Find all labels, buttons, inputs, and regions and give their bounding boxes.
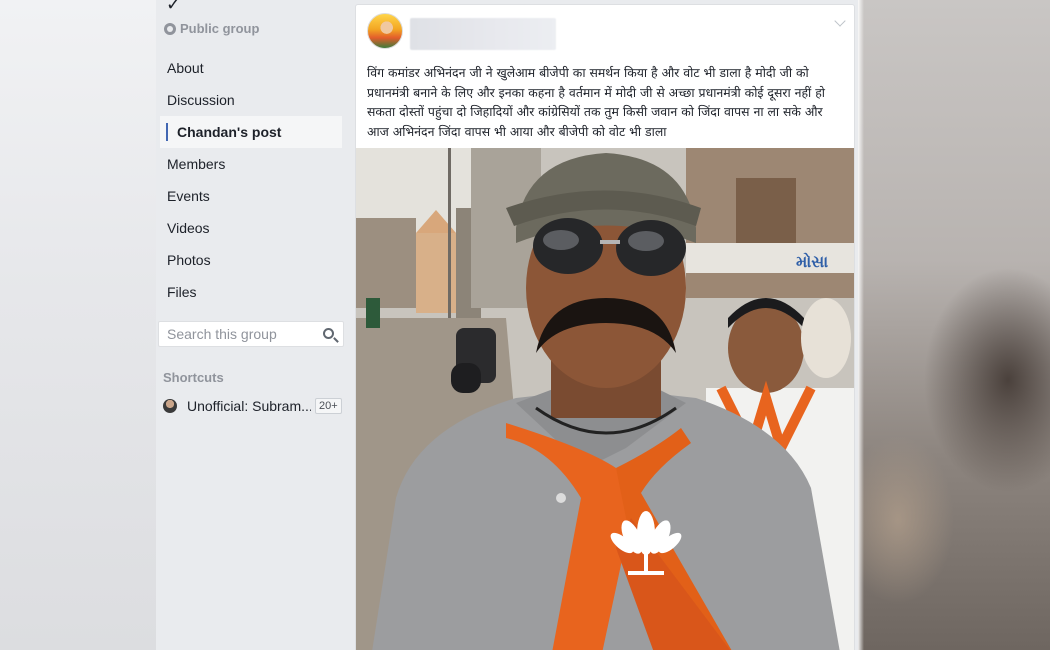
shortcuts-title: Shortcuts [163,370,224,385]
post-photo[interactable]: મોસા [356,148,854,650]
group-privacy-label: Public group [180,21,260,36]
sidebar-item-files[interactable]: Files [156,276,348,308]
globe-icon [164,22,176,35]
group-privacy: Public group [164,21,259,36]
author-name-redacted [410,18,556,50]
background-right [858,0,1050,650]
check-icon: ✓ [166,0,182,15]
sidebar-item-members[interactable]: Members [156,148,348,180]
post-photo-illustration: મોસા [356,148,854,650]
sidebar-item-videos[interactable]: Videos [156,212,348,244]
post-header [356,5,854,59]
chevron-down-icon[interactable] [834,15,846,27]
shortcut-item[interactable]: Unofficial: Subram... 20+ [163,396,343,416]
shop-sign-text: મોસા [796,251,828,271]
shortcut-avatar [163,399,177,413]
sidebar-item-chandans-post[interactable]: Chandan's post [160,116,342,148]
search-icon[interactable] [323,328,334,339]
sidebar-item-photos[interactable]: Photos [156,244,348,276]
background-right-edge [858,0,864,650]
shortcut-label: Unofficial: Subram... [187,398,311,414]
group-nav: About Discussion Chandan's post Members … [156,52,348,308]
group-search [158,321,344,347]
shortcut-count-badge: 20+ [315,398,342,414]
post-card: विंग कमांडर अभिनंदन जी ने खुलेआम बीजेपी … [355,4,855,650]
post-text: विंग कमांडर अभिनंदन जी ने खुलेआम बीजेपी … [367,65,825,139]
group-sidebar: ✓ Public group About Discussion Chandan'… [156,0,348,650]
sidebar-item-discussion[interactable]: Discussion [156,84,348,116]
background-left [0,0,160,650]
sidebar-item-events[interactable]: Events [156,180,348,212]
sidebar-item-about[interactable]: About [156,52,348,84]
author-avatar[interactable] [367,13,403,49]
search-input[interactable] [167,326,315,342]
